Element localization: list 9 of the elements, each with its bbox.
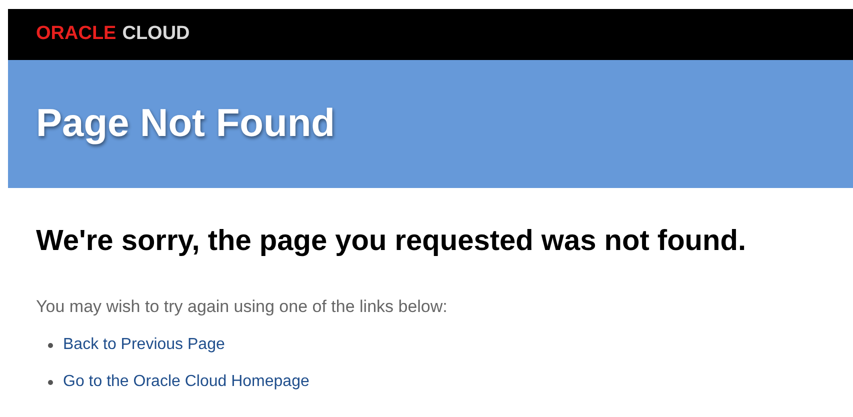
intro-text: You may wish to try again using one of the links below: (36, 296, 448, 318)
link[interactable]: Go to the Oracle Cloud Homepage (63, 370, 310, 394)
link[interactable]: Back to Previous Page (63, 333, 225, 357)
error-heading: We're sorry, the page you requested was not found. (36, 224, 748, 259)
bullet-icon (48, 342, 53, 348)
product-name: CLOUD (122, 22, 190, 46)
bullet-icon (48, 380, 53, 384)
brand-logo: ORACLE (36, 22, 116, 46)
page-title: Page Not Found (36, 100, 335, 147)
